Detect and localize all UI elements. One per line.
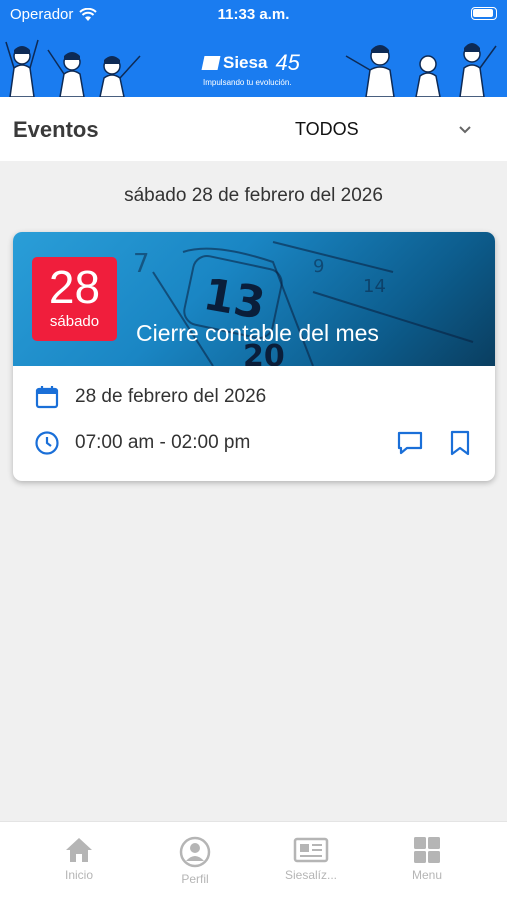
tab-menu[interactable]: Menu xyxy=(382,836,472,882)
bottom-tab-bar: Inicio Perfil Siesalíz... Menu xyxy=(0,821,507,900)
tab-inicio[interactable]: Inicio xyxy=(34,836,124,882)
svg-text:14: 14 xyxy=(363,276,386,297)
date-heading: sábado 28 de febrero del 2026 xyxy=(124,185,383,206)
event-image: 13 7 9 14 20 28 sábado Cierre contable d… xyxy=(13,232,495,366)
tab-label: Siesalíz... xyxy=(284,868,338,882)
event-date-row: 28 de febrero del 2026 xyxy=(34,384,266,410)
grid-icon xyxy=(414,837,440,863)
event-day-number: 28 xyxy=(48,261,101,313)
anniversary-number: 45 xyxy=(275,50,300,75)
tab-perfil[interactable]: Perfil xyxy=(150,836,240,886)
svg-text:9: 9 xyxy=(313,256,324,277)
brand-name: Siesa xyxy=(223,53,268,72)
brand-tagline: Impulsando tu evolución. xyxy=(203,78,292,87)
event-actions xyxy=(395,428,475,458)
event-title: Cierre contable del mes xyxy=(136,320,379,346)
header-banner: Operador 11:33 a.m. Siesa 45 Impulsando … xyxy=(0,0,507,97)
siesa-logo-icon xyxy=(201,56,221,70)
home-icon xyxy=(66,838,92,862)
calendar-icon xyxy=(35,386,59,409)
page-title: Eventos xyxy=(13,117,99,142)
event-time-text: 07:00 am - 02:00 pm xyxy=(75,432,251,453)
tab-siesalizate[interactable]: Siesalíz... xyxy=(266,836,356,882)
event-card[interactable]: 13 7 9 14 20 28 sábado Cierre contable d… xyxy=(13,232,495,481)
tab-label: Perfil xyxy=(181,872,209,886)
category-filter-select[interactable]: TODOS xyxy=(295,119,359,140)
event-date-text: 28 de febrero del 2026 xyxy=(75,386,267,407)
event-date-badge: 28 sábado xyxy=(32,257,117,341)
event-weekday: sábado xyxy=(49,313,100,330)
status-time: 11:33 a.m. xyxy=(217,6,290,23)
comment-icon[interactable] xyxy=(395,428,425,458)
tab-label: Menu xyxy=(411,868,443,882)
event-time-row: 07:00 am - 02:00 pm xyxy=(34,430,250,456)
brand-logo: Siesa 45 Impulsando tu evolución. xyxy=(201,50,300,87)
chevron-down-icon[interactable] xyxy=(456,121,474,139)
battery-icon xyxy=(471,7,497,20)
tab-label: Inicio xyxy=(64,868,93,882)
bookmark-icon[interactable] xyxy=(445,428,475,458)
status-bar: Operador 11:33 a.m. xyxy=(0,0,507,28)
people-illustration-right xyxy=(345,43,497,97)
clock-icon xyxy=(35,431,59,455)
svg-text:7: 7 xyxy=(133,249,150,279)
profile-icon xyxy=(179,836,211,868)
events-header: Eventos TODOS xyxy=(0,97,507,161)
news-icon xyxy=(293,837,329,863)
people-illustration-left xyxy=(5,39,141,97)
